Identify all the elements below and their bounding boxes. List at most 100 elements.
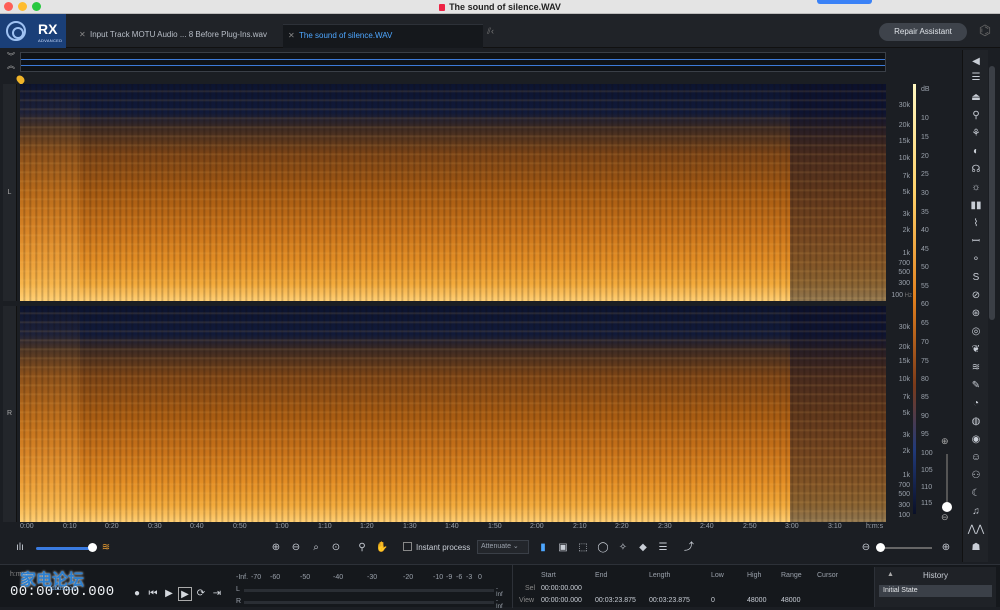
de-plosive-icon[interactable]: ⊛ — [967, 306, 985, 322]
view-end-value[interactable]: 00:03:23.875 — [595, 597, 636, 604]
repair-assistant-icon[interactable]: ⚲ — [967, 108, 985, 124]
instant-process-toggle[interactable]: Instant process — [403, 542, 470, 552]
voice-de-noise-icon[interactable]: ☗ — [967, 540, 985, 556]
time-tick: 0:30 — [148, 523, 162, 530]
time-frequency-selection-icon[interactable]: ⬚ — [575, 540, 591, 556]
freq-tick: 700 — [898, 482, 910, 489]
info-header-length: Length — [649, 572, 671, 579]
zoom-out-time-icon[interactable]: ⊖ — [288, 540, 304, 556]
view-low-value[interactable]: 0 — [711, 597, 715, 604]
brush-tool-icon[interactable]: ◆ — [635, 540, 651, 556]
zoom-tool-icon[interactable]: ⚲ — [354, 540, 370, 556]
module-list-icon[interactable]: ☰ — [967, 70, 985, 86]
waveform-view-icon[interactable]: ılı — [12, 540, 28, 556]
ambience-match-icon[interactable]: ⚘ — [967, 126, 985, 142]
loop-icon[interactable]: ⟳ — [194, 587, 208, 601]
interpolate-icon[interactable]: ☺ — [967, 450, 985, 466]
history-item[interactable]: Initial State — [879, 585, 992, 597]
horizontal-zoom-knob[interactable] — [876, 543, 885, 552]
spectrogram-blend-track[interactable] — [36, 547, 94, 550]
time-tick: 0:10 — [63, 523, 77, 530]
waveform-overview[interactable] — [20, 52, 886, 72]
db-tick: 30 — [921, 190, 929, 197]
zoom-out-horizontal-icon[interactable]: ⊖ — [858, 540, 874, 556]
hand-tool-icon[interactable]: ✋ — [374, 540, 390, 556]
zoom-in-horizontal-icon[interactable]: ⊕ — [938, 540, 954, 556]
db-tick: 70 — [921, 339, 929, 346]
vertical-scrollbar[interactable] — [989, 66, 995, 320]
spectrogram-right-channel[interactable] — [20, 306, 886, 522]
tab-sound-of-silence[interactable]: ✕ The sound of silence.WAV — [283, 24, 483, 48]
view-start-value[interactable]: 00:00:00.000 — [541, 597, 582, 604]
play-selection-icon[interactable]: ▶ — [178, 587, 192, 601]
find-similar-icon[interactable]: ⤴ — [681, 540, 697, 556]
de-hum-icon[interactable]: ⊘ — [967, 288, 985, 304]
close-tab-icon[interactable]: ✕ — [79, 24, 86, 46]
channel-label-right: R — [3, 306, 17, 522]
module-eject-icon[interactable]: ⏏ — [967, 90, 985, 106]
vertical-zoom-in-icon[interactable]: ⊕ — [941, 436, 949, 447]
vertical-zoom-track[interactable] — [946, 454, 948, 506]
zoom-full-icon[interactable]: ⊙ — [328, 540, 344, 556]
horizontal-zoom-track[interactable] — [878, 547, 932, 549]
instant-process-mode-select[interactable]: Attenuate ⌄ — [477, 540, 529, 554]
spectral-repair-icon[interactable]: ⋀⋀ — [967, 522, 985, 538]
breath-control-icon[interactable]: ☊ — [967, 162, 985, 178]
lasso-tool-icon[interactable]: ◯ — [595, 540, 611, 556]
meter-peak-value: -Inf — [496, 586, 503, 598]
de-click-icon[interactable]: ⌇ — [967, 216, 985, 232]
magic-wand-icon[interactable]: ✧ — [615, 540, 631, 556]
de-reverb-icon[interactable]: ◎ — [967, 324, 985, 340]
de-crackle-icon[interactable]: ⚬ — [967, 252, 985, 268]
de-rustle-icon[interactable]: ❦ — [967, 342, 985, 358]
mouth-de-click-icon[interactable]: ☾ — [967, 486, 985, 502]
vertical-zoom-out-icon[interactable]: ⊖ — [941, 512, 949, 523]
time-ruler[interactable]: 0:00 0:10 0:20 0:30 0:40 0:50 1:00 1:10 … — [20, 522, 886, 534]
db-tick: 90 — [921, 413, 929, 420]
music-rebalance-icon[interactable]: ♫ — [967, 504, 985, 520]
freq-tick: 10k — [898, 155, 910, 162]
tab-input-track[interactable]: ✕ Input Track MOTU Audio ... 8 Before Pl… — [74, 24, 280, 48]
play-icon[interactable]: ▶ — [162, 587, 176, 601]
record-icon[interactable]: ● — [130, 587, 144, 601]
balance-icon[interactable]: ◐ — [967, 144, 985, 160]
de-clip-icon[interactable]: ꟷ — [967, 234, 985, 250]
zoom-in-time-icon[interactable]: ⊕ — [268, 540, 284, 556]
fade-icon[interactable]: ◍ — [967, 414, 985, 430]
eq-match-icon[interactable]: ◔ — [967, 396, 985, 412]
frequency-selection-tool-icon[interactable]: ▣ — [555, 540, 571, 556]
app-window: The sound of silence.WAV RX ADVANCED ✕ I… — [0, 0, 1000, 610]
view-length-value[interactable]: 00:03:23.875 — [649, 597, 690, 604]
db-tick: 10 — [921, 115, 929, 122]
meter-tick: -30 — [367, 574, 378, 581]
tab-overflow-icon[interactable]: ⫽‹ — [487, 26, 494, 37]
frequency-scale-left: 30k 20k 15k 10k 7k 5k 3k 2k 1k 700 500 3… — [886, 84, 912, 301]
collapse-modules-icon[interactable]: ◀ — [967, 54, 985, 70]
zoom-to-selection-icon[interactable]: ⌕ — [308, 540, 324, 556]
instant-process-checkbox[interactable] — [403, 542, 412, 551]
view-range-value[interactable]: 48000 — [781, 597, 800, 604]
vertical-zoom-knob[interactable] — [942, 502, 952, 512]
freq-tick: 500 — [898, 491, 910, 498]
repair-assistant-button[interactable]: Repair Assistant — [879, 23, 967, 41]
harmonic-selection-icon[interactable]: ☰ — [655, 540, 671, 556]
overview-collapse-icon[interactable]: ︾ ︽ — [4, 52, 18, 72]
play-to-end-icon[interactable]: ⇥ — [210, 587, 224, 601]
de-ess-icon[interactable]: S — [967, 270, 985, 286]
go-to-start-icon[interactable]: ⏮ — [146, 587, 160, 601]
de-wind-icon[interactable]: ≋ — [967, 360, 985, 376]
view-high-value[interactable]: 48000 — [747, 597, 766, 604]
freq-tick: 5k — [902, 189, 910, 196]
spectrogram-blend-knob[interactable] — [88, 543, 97, 552]
spectrogram-view-icon[interactable]: ≋ — [98, 540, 114, 556]
time-selection-tool-icon[interactable]: ▮ — [535, 540, 551, 556]
channel-ops-icon[interactable]: ▮▮ — [967, 198, 985, 214]
close-tab-icon[interactable]: ✕ — [288, 25, 295, 47]
meter-tick: -20 — [403, 574, 414, 581]
spectrogram-left-channel[interactable] — [20, 84, 886, 301]
de-bleed-icon[interactable]: ☼ — [967, 180, 985, 196]
sel-start-value[interactable]: 00:00:00.000 — [541, 585, 582, 592]
loudness-icon[interactable]: ⚇ — [967, 468, 985, 484]
gain-icon[interactable]: ◉ — [967, 432, 985, 448]
dialogue-isolate-icon[interactable]: ✎ — [967, 378, 985, 394]
